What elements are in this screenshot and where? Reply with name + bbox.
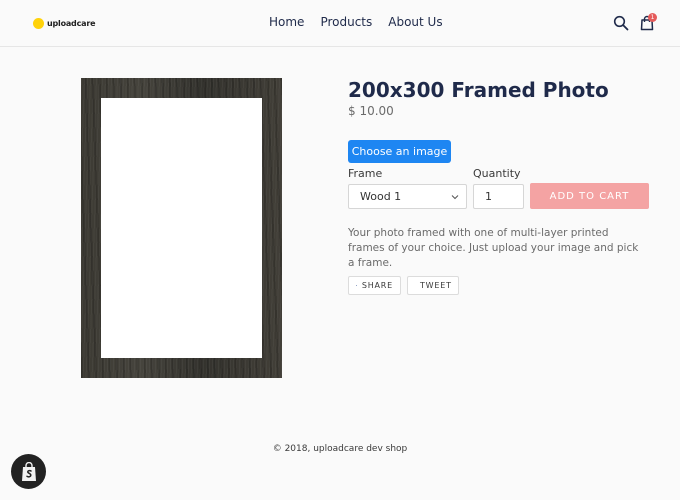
quantity-value: 1 [485,190,492,203]
add-to-cart-button[interactable]: ADD TO CART [530,183,649,209]
frame-photo-area [101,98,262,358]
share-label: SHARE [361,281,393,290]
product-title: 200x300 Framed Photo [348,78,609,102]
nav-home[interactable]: Home [269,15,304,29]
frame-select-value: Wood 1 [360,190,402,203]
frame-label: Frame [348,167,383,180]
product-price: $ 10.00 [348,104,394,118]
copyright-text: © 2018, uploadcare dev shop [272,444,408,454]
facebook-icon [356,285,357,286]
shopify-badge[interactable] [11,454,46,489]
nav-products[interactable]: Products [320,15,372,29]
product-image-frame [81,78,282,378]
site-header: uploadcare Home Products About Us 1 [0,0,680,47]
nav-about-us[interactable]: About Us [388,15,442,29]
main-nav: Home Products About Us [269,15,443,29]
share-facebook-button[interactable]: SHARE [348,276,401,295]
choose-image-button[interactable]: Choose an image [348,140,451,163]
logo-dot-icon [33,17,44,29]
quantity-input[interactable]: 1 [473,184,524,209]
tweet-button[interactable]: TWEET [407,276,459,295]
tweet-label: TWEET [420,281,452,290]
quantity-label: Quantity [473,167,521,180]
frame-select[interactable]: Wood 1 [348,184,467,209]
search-button[interactable] [613,15,629,31]
chevron-down-icon [451,195,459,200]
product-description: Your photo framed with one of multi-laye… [348,227,639,269]
site-logo[interactable]: uploadcare [33,16,96,30]
cart-count-badge: 1 [648,13,657,22]
logo-text: uploadcare [47,18,96,28]
search-icon [613,15,629,31]
shopify-bag-icon [21,461,36,481]
